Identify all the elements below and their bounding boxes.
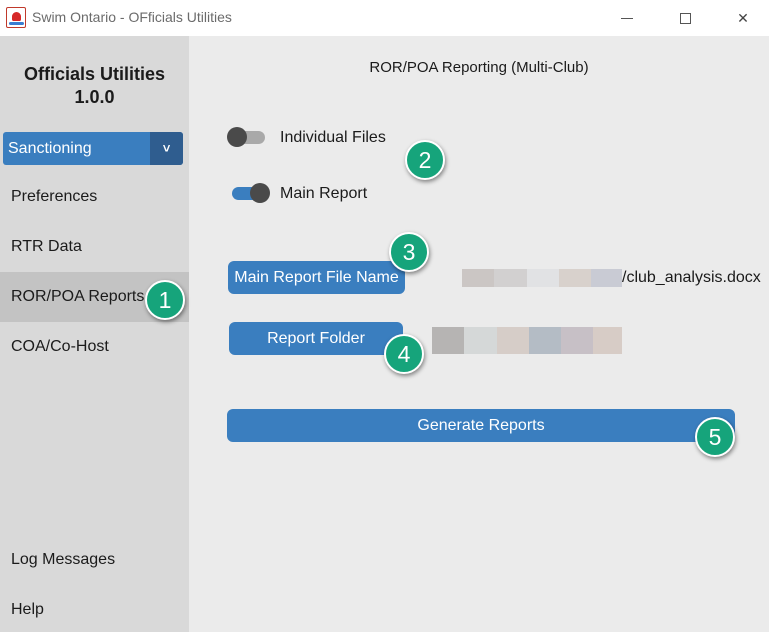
sidebar-item-coa-co-host[interactable]: COA/Co-Host xyxy=(0,322,189,372)
mode-dropdown[interactable]: Sanctioning ˅ xyxy=(3,132,183,165)
window-title: Swim Ontario - OFficials Utilities xyxy=(32,9,232,25)
sidebar-item-log-messages[interactable]: Log Messages xyxy=(0,535,189,585)
minimize-icon xyxy=(621,17,633,19)
callout-badge-1: 1 xyxy=(145,280,185,320)
maximize-button[interactable] xyxy=(662,0,708,36)
app-title-block: Officials Utilities 1.0.0 xyxy=(0,63,189,109)
main-report-path: /club_analysis.docx xyxy=(622,269,761,286)
title-bar: Swim Ontario - OFficials Utilities ✕ xyxy=(0,0,769,36)
individual-files-toggle[interactable] xyxy=(227,127,267,147)
report-folder-button[interactable]: Report Folder xyxy=(229,322,403,355)
close-icon: ✕ xyxy=(737,9,749,26)
sidebar-item-help[interactable]: Help xyxy=(0,585,189,632)
app-version: 1.0.0 xyxy=(74,87,115,107)
dropdown-selected-value: Sanctioning xyxy=(8,140,92,157)
main-report-label: Main Report xyxy=(280,185,368,202)
callout-badge-5: 5 xyxy=(695,417,735,457)
sidebar-item-preferences[interactable]: Preferences xyxy=(0,172,189,222)
redacted-path-prefix xyxy=(462,269,622,287)
main-report-toggle[interactable] xyxy=(230,183,270,203)
swim-ontario-logo-icon xyxy=(6,7,26,28)
callout-badge-2: 2 xyxy=(405,140,445,180)
callout-badge-4: 4 xyxy=(384,334,424,374)
individual-files-label: Individual Files xyxy=(280,129,386,146)
app-title: Officials Utilities xyxy=(23,64,166,84)
minimize-button[interactable] xyxy=(604,0,650,36)
sidebar: Officials Utilities 1.0.0 Sanctioning ˅ … xyxy=(0,36,189,632)
generate-reports-button[interactable]: Generate Reports xyxy=(227,409,735,442)
maximize-icon xyxy=(679,12,691,24)
main-report-file-name-button[interactable]: Main Report File Name xyxy=(228,261,405,294)
chevron-down-icon[interactable]: ˅ xyxy=(150,132,183,165)
sidebar-item-rtr-data[interactable]: RTR Data xyxy=(0,222,189,272)
close-button[interactable]: ✕ xyxy=(720,0,766,36)
redacted-report-folder-path xyxy=(432,327,622,354)
callout-badge-3: 3 xyxy=(389,232,429,272)
page-title: ROR/POA Reporting (Multi-Club) xyxy=(369,59,589,76)
